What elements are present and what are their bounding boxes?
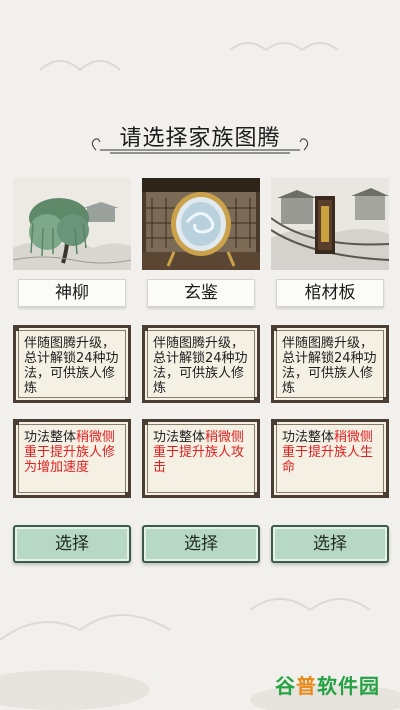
- willow-tree-icon: [13, 178, 131, 270]
- totem-description: 伴随图腾升级，总计解锁24种功法，可供族人修炼: [13, 325, 131, 403]
- effect-prefix: 功法整体: [24, 430, 77, 445]
- totem-card-xuanjian: 玄鉴 伴随图腾升级，总计解锁24种功法，可供族人修炼 功法整体稍微侧重于提升族人…: [142, 178, 260, 563]
- totem-card-shenliu: 神柳 伴随图腾升级，总计解锁24种功法，可供族人修炼 功法整体稍微侧重于提升族人…: [13, 178, 131, 563]
- watermark-text: 谷普软件园: [275, 674, 380, 698]
- page-title: 请选择家族图腾: [119, 126, 281, 151]
- select-button-guancaiban[interactable]: 选择: [271, 525, 389, 563]
- totem-name-label: 玄鉴: [147, 279, 255, 307]
- totem-effect: 功法整体稍微侧重于提升族人修为增加速度: [13, 419, 131, 498]
- title-area: 请选择家族图腾: [0, 110, 400, 158]
- select-button-xuanjian[interactable]: 选择: [142, 525, 260, 563]
- select-button-shenliu[interactable]: 选择: [13, 525, 131, 563]
- effect-highlight-tail: 重于提升族人攻击: [153, 445, 245, 475]
- effect-prefix: 功法整体: [153, 430, 206, 445]
- coffin-lid-icon: [271, 178, 389, 270]
- mirror-icon: [142, 178, 260, 270]
- effect-prefix: 功法整体: [282, 430, 335, 445]
- totem-description: 伴随图腾升级，总计解锁24种功法，可供族人修炼: [271, 325, 389, 403]
- totem-name-label: 棺材板: [276, 279, 384, 307]
- totem-description: 伴随图腾升级，总计解锁24种功法，可供族人修炼: [142, 325, 260, 403]
- totem-effect: 功法整体稍微侧重于提升族人攻击: [142, 419, 260, 498]
- watermark-logo: 谷普软件园: [275, 670, 393, 702]
- totem-effect: 功法整体稍微侧重于提升族人生命: [271, 419, 389, 498]
- totem-name-label: 神柳: [18, 279, 126, 307]
- effect-highlight: 稍微侧: [205, 430, 245, 445]
- totem-card-guancaiban: 棺材板 伴随图腾升级，总计解锁24种功法，可供族人修炼 功法整体稍微侧重于提升族…: [271, 178, 389, 563]
